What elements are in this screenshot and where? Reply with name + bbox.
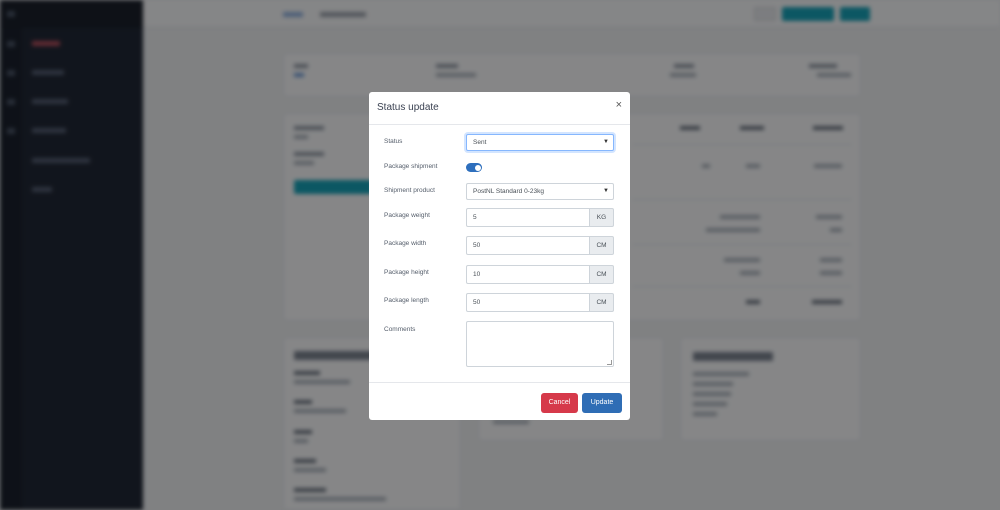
package-width-label: Package width <box>384 240 427 247</box>
package-weight-label: Package weight <box>384 212 430 219</box>
package-weight-input[interactable]: 5 <box>466 208 590 227</box>
package-height-group: 10 CM <box>466 265 614 284</box>
package-weight-group: 5 KG <box>466 208 614 227</box>
package-shipment-label: Package shipment <box>384 163 438 170</box>
package-length-group: 50 CM <box>466 293 614 312</box>
chevron-down-icon: ▼ <box>603 188 609 194</box>
shipment-product-select[interactable]: PostNL Standard 0-23kg ▼ <box>466 183 614 200</box>
package-height-unit: CM <box>590 265 614 284</box>
package-height-label: Package height <box>384 269 429 276</box>
modal-header: Status update × <box>369 92 630 125</box>
package-length-label: Package length <box>384 297 429 304</box>
close-icon[interactable]: × <box>616 100 622 111</box>
package-shipment-toggle[interactable] <box>466 163 482 172</box>
status-select-value: Sent <box>473 139 487 146</box>
package-weight-unit: KG <box>590 208 614 227</box>
comments-label: Comments <box>384 326 416 333</box>
shipment-product-label: Shipment product <box>384 187 435 194</box>
update-button[interactable]: Update <box>582 393 622 413</box>
status-label: Status <box>384 138 403 145</box>
package-width-unit: CM <box>590 236 614 255</box>
status-update-modal: Status update × Status Sent ▼ Package sh… <box>369 92 630 420</box>
modal-footer: Cancel Update <box>369 382 630 420</box>
chevron-down-icon: ▼ <box>603 139 609 145</box>
package-length-unit: CM <box>590 293 614 312</box>
resize-grip-icon[interactable] <box>607 360 612 365</box>
package-width-group: 50 CM <box>466 236 614 255</box>
toggle-knob <box>474 164 481 171</box>
package-height-input[interactable]: 10 <box>466 265 590 284</box>
status-select[interactable]: Sent ▼ <box>466 134 614 151</box>
cancel-button[interactable]: Cancel <box>541 393 578 413</box>
modal-title: Status update <box>377 102 439 113</box>
comments-textarea[interactable] <box>466 321 614 367</box>
package-length-input[interactable]: 50 <box>466 293 590 312</box>
package-width-input[interactable]: 50 <box>466 236 590 255</box>
shipment-product-value: PostNL Standard 0-23kg <box>473 188 544 195</box>
